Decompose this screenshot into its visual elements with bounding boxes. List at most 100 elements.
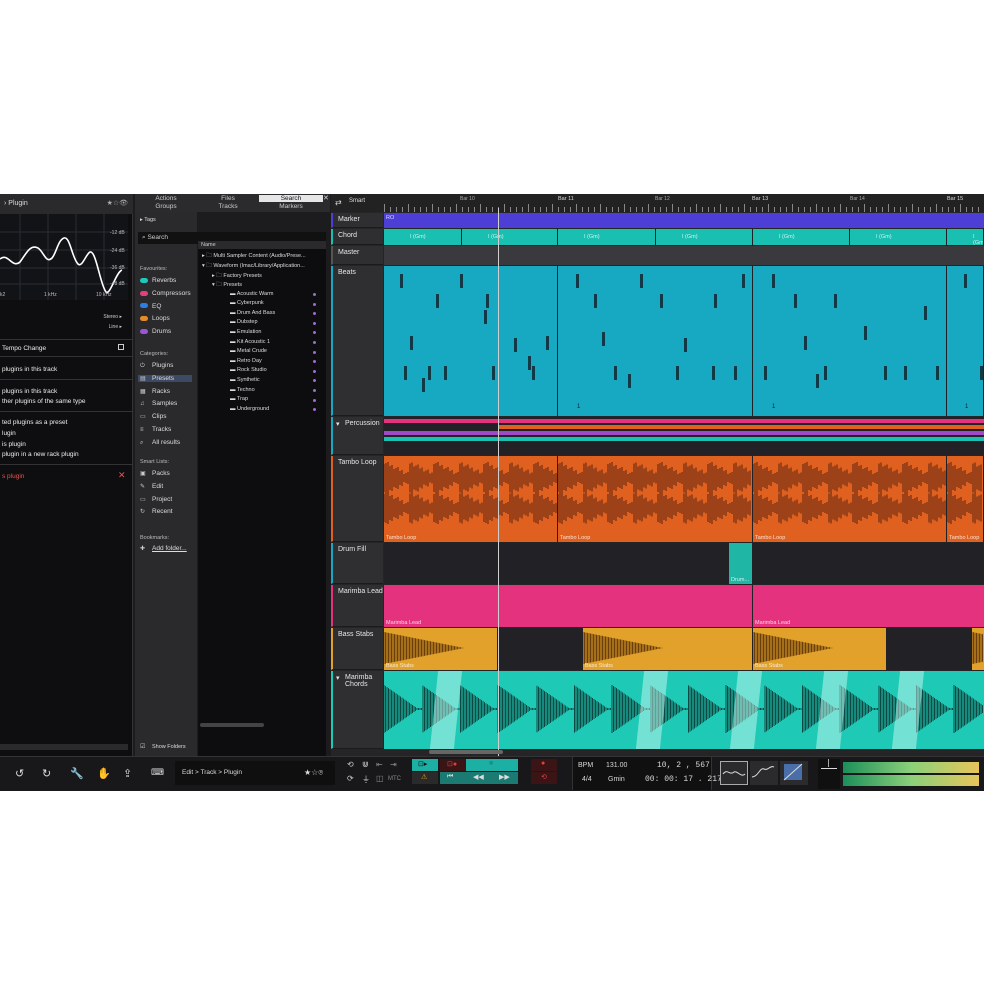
- bass-stabs-clip[interactable]: Bass Stabs: [583, 628, 752, 670]
- sync-icon[interactable]: ⇥: [390, 760, 397, 769]
- midi-note[interactable]: [816, 374, 819, 388]
- bpm-value[interactable]: 131.00: [606, 762, 627, 769]
- time-signature[interactable]: 4/4: [582, 776, 592, 783]
- midi-note[interactable]: [436, 294, 439, 308]
- midi-note[interactable]: [834, 294, 837, 308]
- midi-note[interactable]: [864, 326, 867, 340]
- breadcrumb[interactable]: Edit > Track > Plugin: [182, 769, 242, 776]
- plugin-scrollbar[interactable]: [0, 744, 128, 750]
- preset-item[interactable]: ▬ Emulation: [230, 329, 262, 335]
- export-icon[interactable]: ⇪: [123, 767, 132, 780]
- star-icon[interactable]: ★☆⌾: [304, 768, 323, 778]
- track-lane[interactable]: I (Gm) I (Gm) I (Gm) I (Gm) I (Gm) I (Gm) I (G…: [384, 229, 984, 245]
- category-samples[interactable]: ♫ Samples: [140, 400, 177, 407]
- scrub-icon[interactable]: ◫: [376, 774, 384, 783]
- midi-note[interactable]: [904, 366, 907, 380]
- smart-list-recent[interactable]: ↻ Recent: [140, 508, 173, 515]
- keyboard-icon[interactable]: ⌨: [151, 767, 164, 778]
- track-lane[interactable]: 1 1 1: [384, 266, 984, 416]
- menu-item[interactable]: ted plugins as a preset: [2, 419, 67, 426]
- marimba-chords-clip[interactable]: [384, 671, 984, 749]
- chord-clip[interactable]: I (Gm): [753, 229, 849, 245]
- key-signature[interactable]: Gmin: [608, 776, 625, 783]
- wrench-icon[interactable]: 🔧: [70, 767, 84, 780]
- smart-list-project[interactable]: ▭ Project: [140, 496, 172, 503]
- midi-note[interactable]: [684, 338, 687, 352]
- favourite-reverbs[interactable]: Reverbs: [140, 277, 176, 284]
- percussion-band[interactable]: [384, 419, 984, 423]
- midi-note[interactable]: [804, 336, 807, 350]
- category-racks[interactable]: ▦ Racks: [140, 388, 170, 395]
- tab-tracks[interactable]: Tracks: [197, 203, 259, 210]
- midi-note[interactable]: [444, 366, 447, 380]
- category-clips[interactable]: ▭ Clips: [140, 413, 166, 420]
- track-lane[interactable]: Marimba Lead Marimba Lead: [384, 585, 984, 627]
- midi-note[interactable]: [676, 366, 679, 380]
- midi-note[interactable]: [602, 332, 605, 346]
- collapse-icon[interactable]: ▾: [336, 420, 340, 428]
- click-icon[interactable]: ⟳: [347, 774, 354, 783]
- waveform-view-button[interactable]: [720, 761, 748, 785]
- category-plugins[interactable]: ⏻ Plugins: [140, 362, 173, 370]
- midi-note[interactable]: [594, 294, 597, 308]
- show-folders-toggle[interactable]: ☑ Show Folders: [140, 743, 186, 750]
- tags-toggle[interactable]: ▸ Tags: [140, 217, 156, 223]
- tab-actions[interactable]: Actions: [135, 195, 197, 202]
- tab-search[interactable]: Search: [259, 195, 323, 202]
- tree-item[interactable]: ▾ 🗀 Presets: [212, 281, 242, 290]
- hand-icon[interactable]: ✋: [97, 767, 111, 780]
- track-header-marimba-lead[interactable]: Marimba Lead: [331, 585, 383, 627]
- midi-note[interactable]: [514, 338, 517, 352]
- marker-clip[interactable]: RO: [384, 213, 984, 228]
- line-select[interactable]: Line ▸: [109, 324, 122, 330]
- bass-stabs-clip[interactable]: [972, 628, 984, 670]
- tab-files[interactable]: Files: [197, 195, 259, 202]
- track-header-master[interactable]: Master: [331, 246, 383, 265]
- tab-groups[interactable]: Groups: [135, 203, 197, 210]
- preset-item[interactable]: ▬ Drum And Bass: [230, 310, 275, 316]
- midi-note[interactable]: [486, 294, 489, 308]
- automation-view-button[interactable]: [750, 761, 778, 785]
- track-lane[interactable]: Drum...: [384, 543, 984, 584]
- midi-note[interactable]: [404, 366, 407, 380]
- percussion-band[interactable]: [384, 431, 984, 435]
- midi-note[interactable]: [772, 274, 775, 288]
- bass-stabs-clip[interactable]: Bass Stabs: [384, 628, 497, 670]
- level-fader[interactable]: [818, 759, 840, 789]
- favourite-loops[interactable]: Loops: [140, 315, 170, 322]
- favourite-drums[interactable]: Drums: [140, 328, 171, 335]
- menu-item[interactable]: plugins in this track: [2, 388, 57, 395]
- snap-icon[interactable]: ⇄: [335, 198, 342, 207]
- marimba-lead-clip[interactable]: Marimba Lead: [753, 585, 984, 627]
- midi-note[interactable]: [824, 366, 827, 380]
- midi-note[interactable]: [492, 366, 495, 380]
- midi-note[interactable]: [484, 310, 487, 324]
- midi-note[interactable]: [528, 356, 531, 370]
- beats-clip[interactable]: [558, 266, 752, 416]
- chord-clip[interactable]: I (Gm): [384, 229, 461, 245]
- tambo-clip[interactable]: Tambo Loop: [384, 456, 557, 542]
- menu-item[interactable]: plugin in a new rack plugin: [2, 451, 79, 458]
- punch-icon[interactable]: ⇤: [376, 760, 383, 769]
- favourite-compressors[interactable]: Compressors: [140, 290, 191, 297]
- track-lane[interactable]: Bass Stabs Bass Stabs Bass Stabs: [384, 628, 984, 670]
- midi-note[interactable]: [460, 274, 463, 288]
- track-lane[interactable]: [384, 246, 984, 265]
- midi-note[interactable]: [532, 366, 535, 380]
- midi-note[interactable]: [884, 366, 887, 380]
- midi-note[interactable]: [640, 274, 643, 288]
- midi-note[interactable]: [794, 294, 797, 308]
- beats-clip[interactable]: [384, 266, 498, 416]
- menu-tempo-change[interactable]: Tempo Change: [2, 345, 46, 352]
- menu-item[interactable]: plugins in this track: [2, 366, 57, 373]
- midi-note[interactable]: [546, 336, 549, 350]
- preset-item[interactable]: ▬ Synthetic: [230, 377, 260, 383]
- midi-note[interactable]: [980, 366, 983, 380]
- marimba-lead-clip[interactable]: Marimba Lead: [384, 585, 752, 627]
- midi-note[interactable]: [712, 366, 715, 380]
- smart-list-packs[interactable]: ▣ Packs: [140, 470, 170, 477]
- horizontal-scrollbar[interactable]: [429, 750, 503, 754]
- close-icon[interactable]: ✕: [118, 470, 126, 481]
- position-time[interactable]: 00: 00: 17 . 217: [645, 775, 722, 784]
- menu-item[interactable]: lugin: [2, 430, 16, 437]
